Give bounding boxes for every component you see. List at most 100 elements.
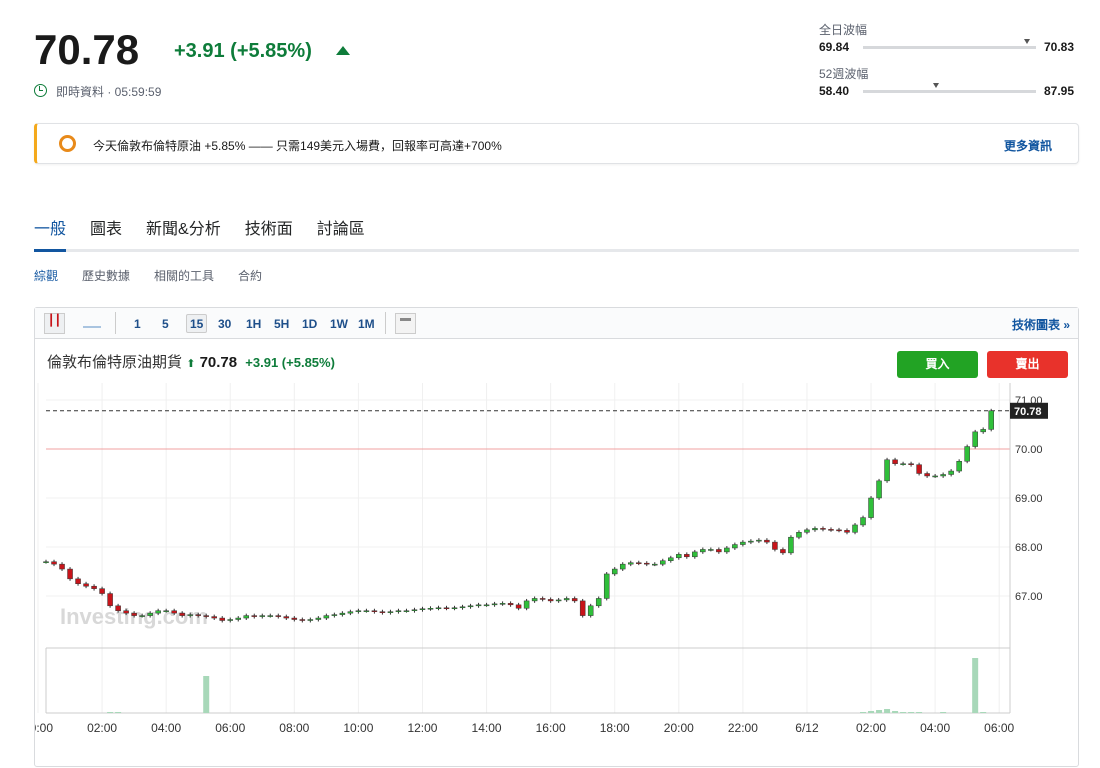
candle-body (940, 474, 946, 477)
candle-body (820, 528, 826, 530)
subtab-overview[interactable]: 綜觀 (34, 267, 58, 284)
candle-body (155, 610, 161, 614)
candle-body (211, 616, 217, 619)
volume-bar (884, 709, 891, 713)
tab-forum[interactable]: 討論區 (317, 215, 365, 239)
subtab-history[interactable]: 歷史數據 (82, 267, 130, 284)
week52-range-label: 52週波幅 (819, 67, 869, 81)
x-tick-label: 06:00 (984, 721, 1014, 735)
tab-technical[interactable]: 技術面 (245, 215, 293, 239)
candle-body (988, 410, 994, 430)
candle-body (804, 529, 810, 533)
candle-body (611, 568, 618, 575)
candle-body (67, 568, 73, 580)
volume-bar (980, 712, 987, 713)
candle-body (684, 554, 690, 558)
subtab-related[interactable]: 相關的工具 (154, 267, 214, 284)
candle-body (780, 549, 786, 554)
candle-body (539, 598, 546, 600)
candle-body (587, 605, 594, 616)
candle-body (315, 617, 322, 620)
candle-body (187, 614, 193, 616)
candle-body (123, 610, 129, 614)
day-range-high: 70.83 (1044, 40, 1075, 54)
more-info-link[interactable]: 更多資訊 (1004, 137, 1052, 154)
candle-body (163, 610, 169, 612)
volume-bar (972, 658, 979, 713)
candle-body (251, 615, 258, 617)
candle-body (331, 614, 338, 616)
candle-body (387, 611, 394, 613)
tab-general[interactable]: 一般 (34, 215, 66, 239)
candle-body (764, 539, 770, 543)
x-tick-label: 10:00 (343, 721, 373, 735)
volume-bar (860, 712, 867, 713)
last-price: 70.78 (34, 26, 140, 73)
candle-body (523, 600, 530, 609)
x-tick-label: 04:00 (151, 721, 181, 735)
last-price-label: 70.78 (1014, 406, 1042, 418)
candle-body (756, 539, 762, 542)
candle-body (547, 599, 554, 602)
week52-range-low: 58.40 (819, 84, 850, 98)
x-tick-label: 12:00 (407, 721, 437, 735)
day-range-label: 全日波幅 (819, 23, 868, 37)
subtab-contracts[interactable]: 合約 (238, 267, 262, 284)
x-tick-label: 02:00 (856, 721, 886, 735)
candle-body (427, 608, 434, 610)
y-tick-label: 70.00 (1015, 444, 1043, 456)
sub-tabs: 綜觀 歷史數據 相關的工具 合約 (34, 267, 262, 284)
volume-bar (940, 712, 947, 713)
candle-body (267, 615, 274, 617)
day-range-low: 69.84 (819, 40, 850, 54)
price-chart[interactable]: 71.0070.0069.0068.0067.00Investing.com70… (35, 308, 1080, 768)
candle-body (43, 561, 49, 563)
candle-body (219, 617, 225, 621)
volume-bar (900, 712, 907, 713)
candle-body (579, 600, 586, 616)
candle-body (660, 560, 666, 565)
candle-body (299, 619, 306, 621)
candle-body (483, 604, 490, 607)
x-tick-label: 00:00 (35, 721, 53, 735)
candle-body (443, 607, 450, 610)
candle-body (563, 598, 570, 601)
candle-body (467, 605, 474, 608)
x-tick-label: 14:00 (472, 721, 502, 735)
candle-body (812, 528, 818, 531)
candle-body (644, 562, 650, 565)
candle-body (956, 461, 962, 472)
candle-body (836, 529, 842, 532)
candle-body (107, 593, 113, 607)
tab-news[interactable]: 新聞&分析 (146, 215, 221, 239)
candle-body (708, 549, 714, 551)
promo-banner: 今天倫敦布倫特原油 +5.85% —— 只需149美元入場費，回報率可高達+70… (34, 123, 1079, 164)
volume-bar (115, 712, 122, 713)
candle-body (459, 606, 466, 609)
candle-body (403, 610, 410, 612)
candle-body (884, 459, 890, 482)
volume-bar (908, 712, 915, 713)
chart-panel: ┃┃ 1 5 15 30 1H 5H 1D 1W 1M 技術圖表 » 倫敦布倫特原油期貨 ⬆ 7… (34, 307, 1079, 767)
candle-body (636, 562, 642, 564)
volume-bar (892, 711, 899, 713)
candle-body (51, 561, 57, 565)
volume-bar (916, 712, 923, 713)
candle-body (796, 532, 802, 538)
candle-body (75, 578, 81, 585)
candle-body (627, 562, 634, 565)
y-tick-label: 69.00 (1015, 493, 1043, 505)
x-tick-label: 06:00 (215, 721, 245, 735)
tab-underline (34, 249, 1079, 252)
candle-body (571, 598, 578, 602)
candle-body (395, 610, 402, 612)
candle-body (876, 480, 882, 499)
tab-chart[interactable]: 圖表 (90, 215, 122, 239)
volume-bar (876, 710, 883, 713)
candle-body (307, 619, 314, 621)
x-tick-label: 04:00 (920, 721, 950, 735)
price-change: +3.91 (+5.85%) (174, 40, 312, 62)
x-tick-label: 02:00 (87, 721, 117, 735)
x-tick-label: 16:00 (536, 721, 566, 735)
range-marker-icon (932, 83, 939, 88)
